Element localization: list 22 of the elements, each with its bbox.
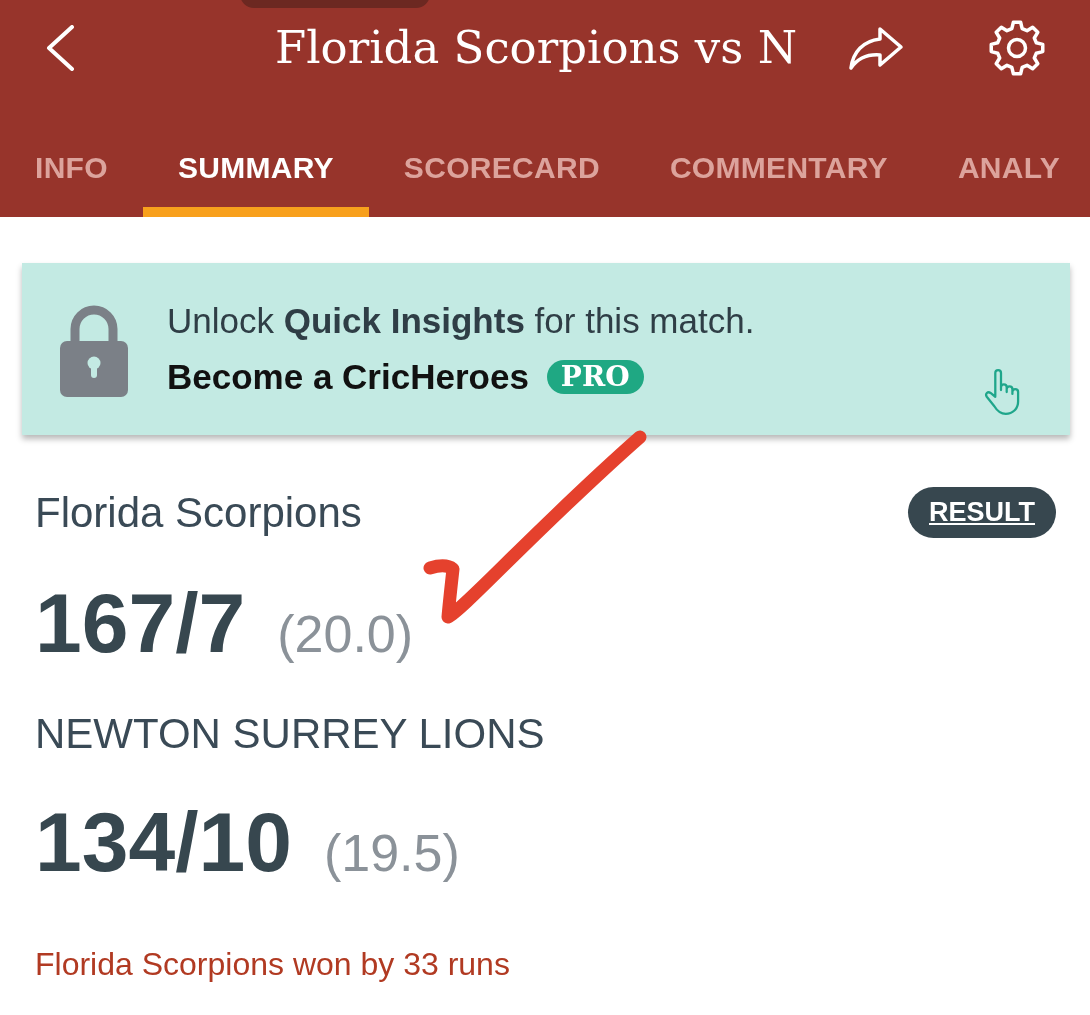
result-badge[interactable]: RESULT bbox=[908, 487, 1056, 538]
match-result: Florida Scorpions won by 33 runs bbox=[35, 945, 510, 984]
overs-count: (19.5) bbox=[323, 823, 460, 884]
team-name: NEWTON SURREY LIONS bbox=[35, 709, 545, 759]
back-icon[interactable] bbox=[45, 24, 75, 71]
pointer-hand-icon bbox=[982, 367, 1020, 417]
team-score: 134/10 bbox=[35, 797, 292, 887]
overs-count: (20.0) bbox=[277, 604, 414, 665]
team-name: Florida Scorpions bbox=[35, 487, 362, 538]
share-icon[interactable] bbox=[848, 24, 904, 71]
tab[interactable]: SCORECARD bbox=[368, 95, 635, 217]
settings-icon[interactable] bbox=[989, 19, 1045, 76]
tab[interactable]: SUMMARY bbox=[142, 95, 369, 217]
tab[interactable]: COMMENTARY bbox=[634, 95, 923, 217]
tab[interactable]: ANALY bbox=[922, 95, 1060, 217]
pro-badge: PRO bbox=[546, 360, 644, 394]
team-score: 167/7 bbox=[35, 578, 246, 668]
promo-banner[interactable]: Unlock Quick Insights for this match. Become a CricHeroes PRO bbox=[22, 263, 1070, 435]
tab[interactable]: INFO bbox=[0, 95, 143, 217]
promo-text: Unlock Quick Insights for this match. bbox=[167, 300, 755, 342]
promo-heading: Become a CricHeroes bbox=[167, 356, 529, 398]
match-title: Florida Scorpions vs N bbox=[275, 20, 799, 75]
